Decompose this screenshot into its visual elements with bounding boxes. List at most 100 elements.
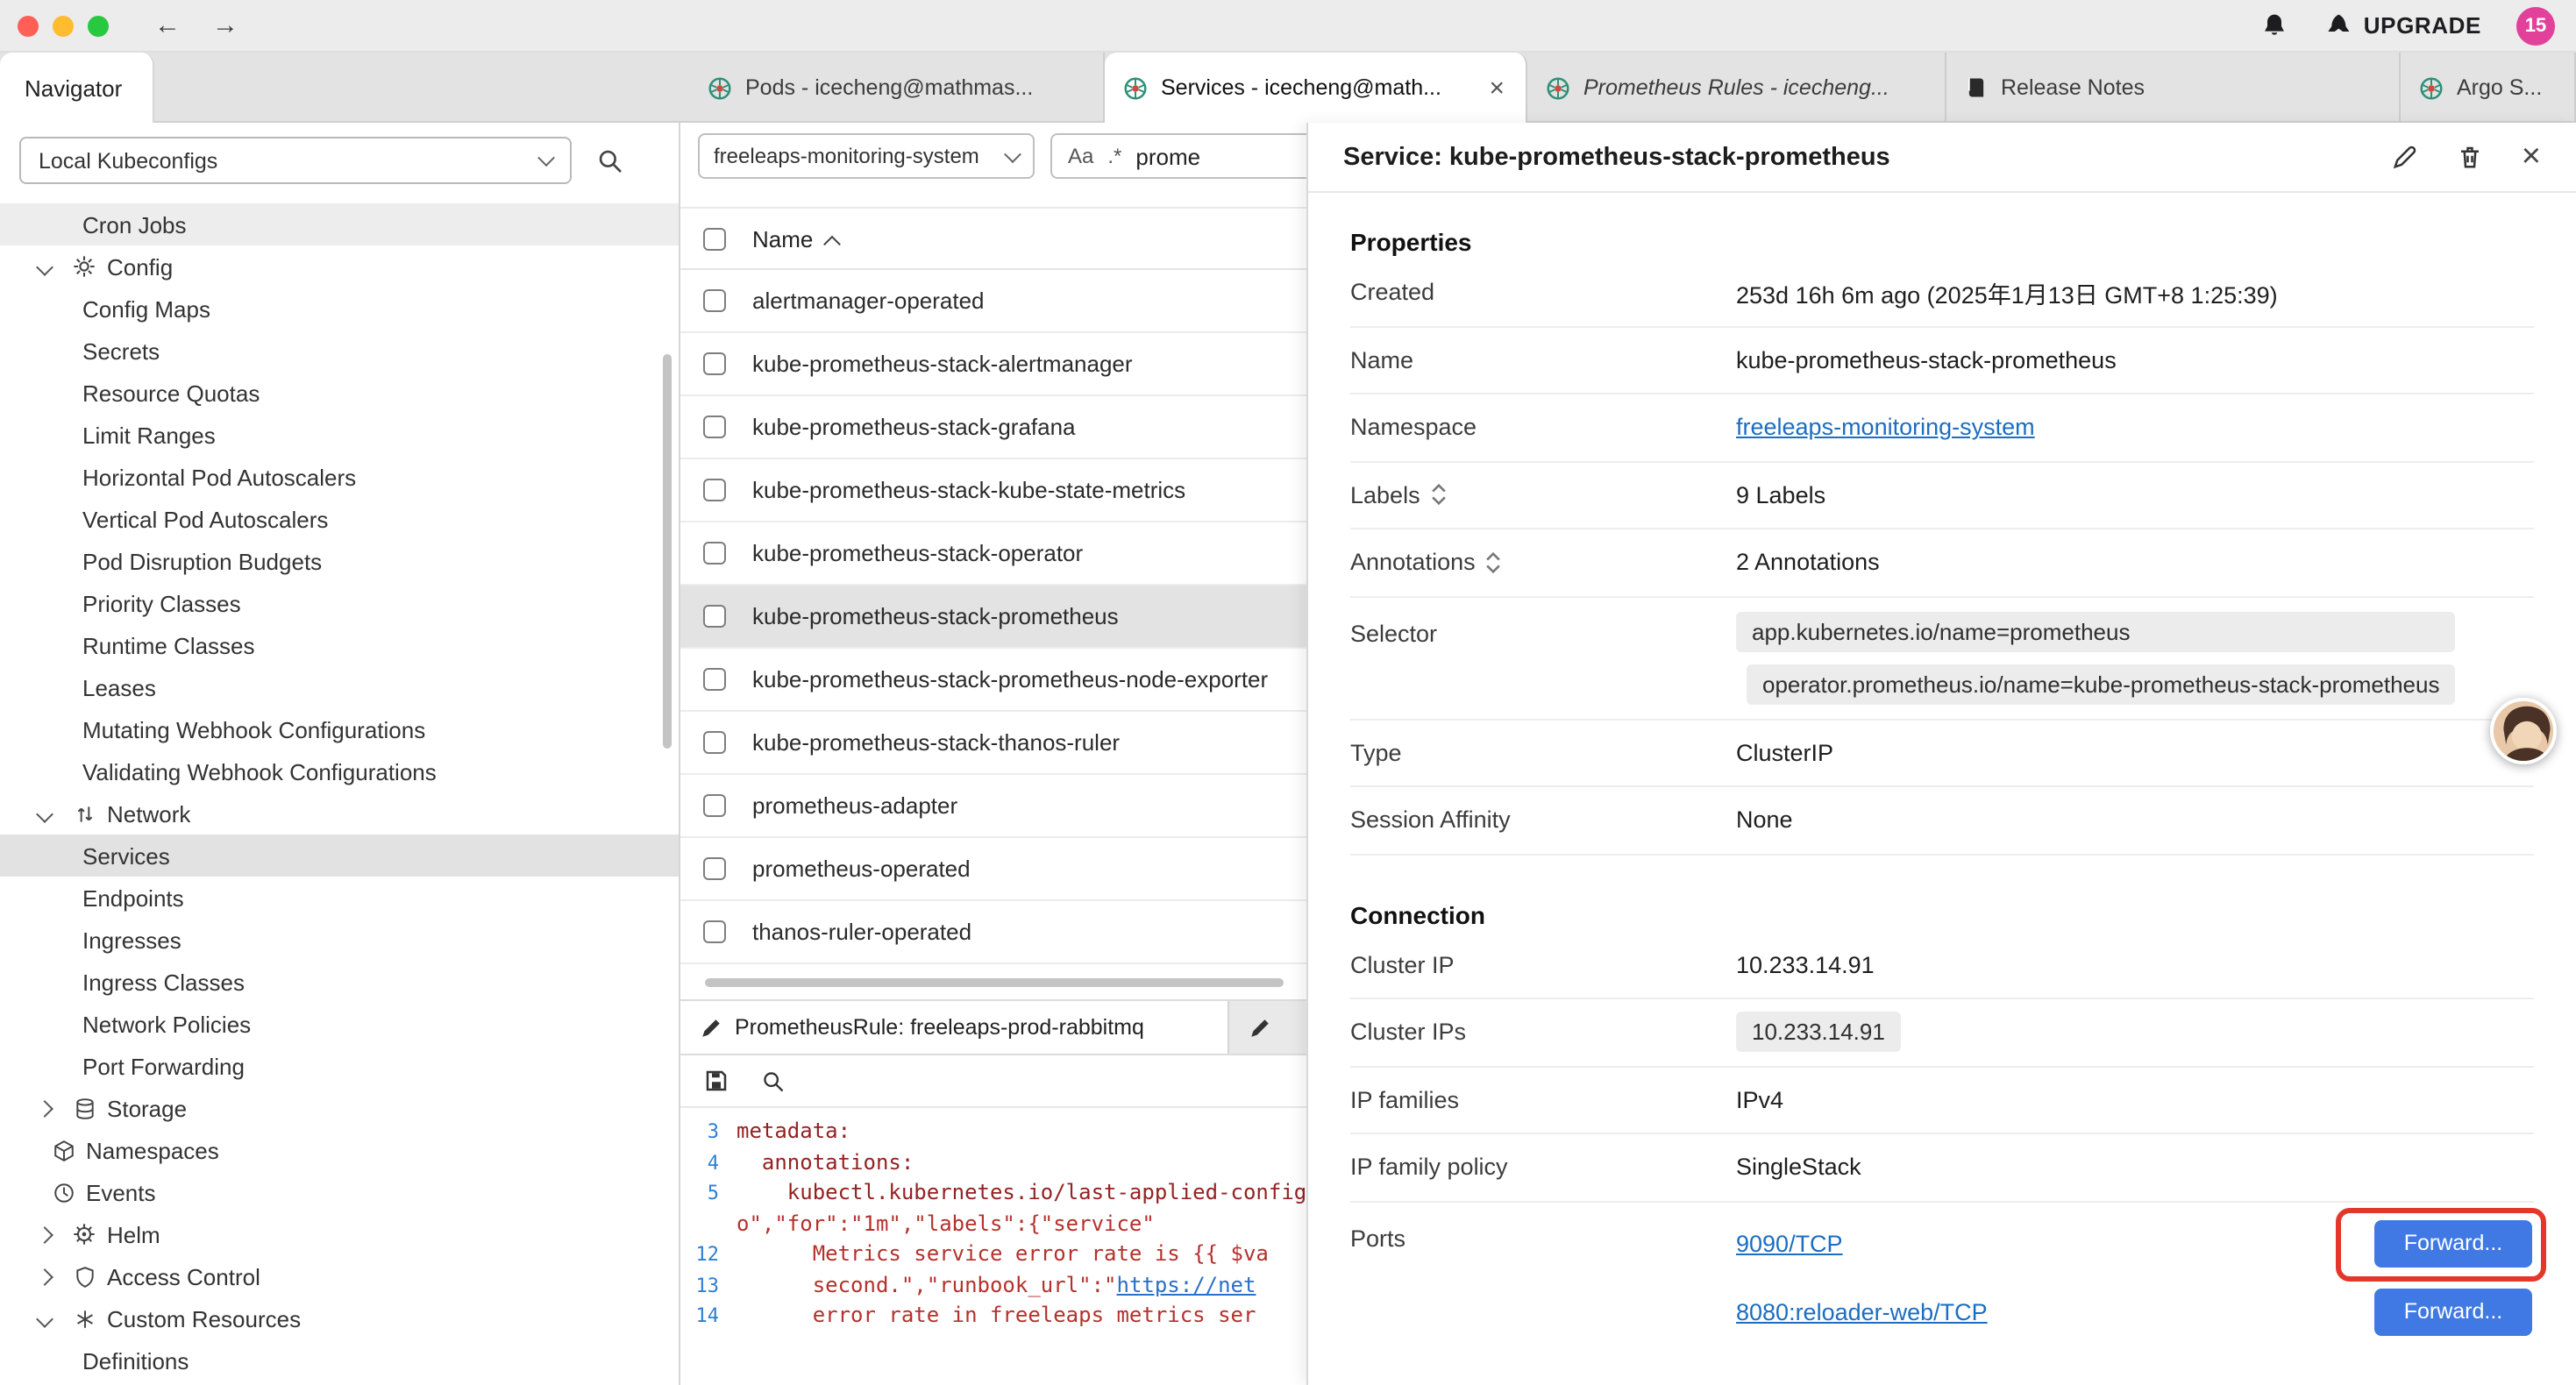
list-item[interactable]: kube-prometheus-stack-prometheus-node-ex… — [680, 649, 1306, 712]
forward-icon[interactable]: → — [212, 11, 238, 40]
chevron-right-icon[interactable] — [39, 1102, 67, 1114]
yaml-editor[interactable]: 3metadata: 4 annotations: 5 kubectl.kube… — [680, 1108, 1306, 1332]
sidebar-group-events[interactable]: Events — [0, 1171, 679, 1213]
forward-button[interactable]: Forward... — [2374, 1219, 2532, 1267]
sidebar-item-runtime-classes[interactable]: Runtime Classes — [0, 624, 679, 666]
sidebar-group-access-control[interactable]: Access Control — [0, 1255, 679, 1297]
expand-updown-icon[interactable] — [1486, 552, 1502, 573]
row-checkbox[interactable] — [703, 479, 726, 501]
regex-toggle[interactable]: .* — [1107, 144, 1121, 168]
horizontal-scrollbar[interactable] — [705, 978, 1284, 987]
sidebar-item-pod-disruption-budgets[interactable]: Pod Disruption Budgets — [0, 540, 679, 582]
list-item[interactable]: kube-prometheus-stack-operator — [680, 522, 1306, 586]
list-item[interactable]: kube-prometheus-stack-kube-state-metrics — [680, 459, 1306, 522]
sidebar-item-mutating-webhook-configurations[interactable]: Mutating Webhook Configurations — [0, 708, 679, 750]
list-item[interactable]: thanos-ruler-operated — [680, 901, 1306, 964]
close-drawer-icon[interactable]: × — [2522, 140, 2541, 174]
chevron-down-icon[interactable] — [39, 807, 67, 820]
row-checkbox[interactable] — [703, 352, 726, 375]
close-tab-icon[interactable]: × — [1485, 75, 1508, 101]
sidebar-item-definitions[interactable]: Definitions — [0, 1339, 679, 1381]
sidebar-group-namespaces[interactable]: Namespaces — [0, 1129, 679, 1171]
row-checkbox[interactable] — [703, 731, 726, 754]
sidebar-scrollbar[interactable] — [663, 354, 672, 749]
editor-tab-next[interactable] — [1229, 1001, 1306, 1054]
sidebar-group-helm[interactable]: Helm — [0, 1213, 679, 1255]
row-checkbox[interactable] — [703, 289, 726, 312]
list-item[interactable]: kube-prometheus-stack-alertmanager — [680, 333, 1306, 396]
list-item[interactable]: kube-prometheus-stack-thanos-ruler — [680, 712, 1306, 775]
sidebar-item-resource-quotas[interactable]: Resource Quotas — [0, 372, 679, 414]
match-case-toggle[interactable]: Aa — [1068, 144, 1093, 168]
row-checkbox[interactable] — [703, 668, 726, 691]
upgrade-button[interactable]: UPGRADE — [2323, 11, 2481, 39]
row-checkbox[interactable] — [703, 920, 726, 943]
tab-services[interactable]: Services - icecheng@math... × — [1105, 53, 1527, 123]
sidebar-item-network-policies[interactable]: Network Policies — [0, 1003, 679, 1045]
sidebar-item-services[interactable]: Services — [0, 835, 679, 877]
tab-argo[interactable]: Argo S... — [2401, 53, 2576, 123]
row-checkbox[interactable] — [703, 542, 726, 565]
sidebar-item-endpoints[interactable]: Endpoints — [0, 877, 679, 919]
list-item[interactable]: kube-prometheus-stack-grafana — [680, 396, 1306, 459]
editor-tab-prometheusrule[interactable]: PrometheusRule: freeleaps-prod-rabbitmq — [680, 1001, 1229, 1054]
back-icon[interactable]: ← — [154, 11, 181, 40]
user-avatar[interactable] — [2490, 698, 2557, 764]
editor-search-icon[interactable] — [761, 1069, 786, 1093]
select-all-checkbox[interactable] — [703, 227, 726, 250]
sidebar-item-validating-webhook-configurations[interactable]: Validating Webhook Configurations — [0, 750, 679, 792]
chevron-down-icon[interactable] — [39, 1312, 67, 1325]
sidebar-item-config-maps[interactable]: Config Maps — [0, 288, 679, 330]
sidebar-item-secrets[interactable]: Secrets — [0, 330, 679, 372]
forward-button[interactable]: Forward... — [2374, 1288, 2532, 1335]
row-checkbox[interactable] — [703, 794, 726, 817]
port-link[interactable]: 9090/TCP — [1736, 1230, 1843, 1256]
tab-navigator[interactable]: Navigator — [0, 53, 154, 123]
sort-ascending-icon[interactable] — [825, 232, 837, 245]
chevron-right-icon[interactable] — [39, 1228, 67, 1240]
sidebar-group-network[interactable]: Network — [0, 792, 679, 835]
tab-pods[interactable]: Pods - icecheng@mathmas... — [689, 53, 1105, 123]
namespace-link[interactable]: freeleaps-monitoring-system — [1736, 415, 2035, 441]
sidebar-item-horizontal-pod-autoscalers[interactable]: Horizontal Pod Autoscalers — [0, 456, 679, 498]
close-window-button[interactable] — [18, 15, 39, 36]
notifications-bell-icon[interactable] — [2260, 11, 2288, 39]
sidebar-item-vertical-pod-autoscalers[interactable]: Vertical Pod Autoscalers — [0, 498, 679, 540]
sidebar-item-priority-classes[interactable]: Priority Classes — [0, 582, 679, 624]
sidebar-item-cron-jobs[interactable]: Cron Jobs — [0, 203, 679, 245]
namespace-filter-select[interactable]: freeleaps-monitoring-system — [698, 133, 1035, 179]
row-checkbox[interactable] — [703, 605, 726, 628]
drawer-title: Service: kube-prometheus-stack-prometheu… — [1343, 143, 1890, 171]
sidebar-group-storage[interactable]: Storage — [0, 1087, 679, 1129]
name-column-header[interactable]: Name — [752, 225, 813, 252]
delete-trash-icon[interactable] — [2457, 144, 2483, 170]
expand-updown-icon[interactable] — [1431, 485, 1447, 506]
list-search-box[interactable]: Aa .* — [1050, 133, 1306, 179]
notification-count-badge[interactable]: 15 — [2516, 6, 2555, 45]
port-link[interactable]: 8080:reloader-web/TCP — [1736, 1298, 1988, 1325]
sidebar-item-limit-ranges[interactable]: Limit Ranges — [0, 414, 679, 456]
list-item[interactable]: alertmanager-operated — [680, 270, 1306, 333]
zoom-window-button[interactable] — [88, 15, 109, 36]
list-search-input[interactable] — [1135, 143, 1258, 169]
sidebar-group-custom-resources[interactable]: Custom Resources — [0, 1297, 679, 1339]
row-checkbox[interactable] — [703, 416, 726, 438]
list-item[interactable]: prometheus-operated — [680, 838, 1306, 901]
sidebar-item-leases[interactable]: Leases — [0, 666, 679, 708]
sidebar-item-port-forwarding[interactable]: Port Forwarding — [0, 1045, 679, 1087]
sidebar-item-ingress-classes[interactable]: Ingress Classes — [0, 961, 679, 1003]
chevron-down-icon[interactable] — [39, 260, 67, 273]
chevron-right-icon[interactable] — [39, 1270, 67, 1282]
tab-release-notes[interactable]: Release Notes — [1946, 53, 2401, 123]
tab-prometheus-rules[interactable]: Prometheus Rules - icecheng... — [1527, 53, 1946, 123]
save-icon[interactable] — [703, 1068, 729, 1094]
list-item-selected[interactable]: kube-prometheus-stack-prometheus — [680, 586, 1306, 649]
sidebar-search-icon[interactable] — [596, 146, 624, 174]
minimize-window-button[interactable] — [53, 15, 74, 36]
sidebar-item-ingresses[interactable]: Ingresses — [0, 919, 679, 961]
kubeconfig-selector[interactable]: Local Kubeconfigs — [19, 137, 572, 184]
row-checkbox[interactable] — [703, 857, 726, 880]
list-item[interactable]: prometheus-adapter — [680, 775, 1306, 838]
sidebar-group-config[interactable]: Config — [0, 245, 679, 288]
edit-pencil-icon[interactable] — [2392, 144, 2418, 170]
